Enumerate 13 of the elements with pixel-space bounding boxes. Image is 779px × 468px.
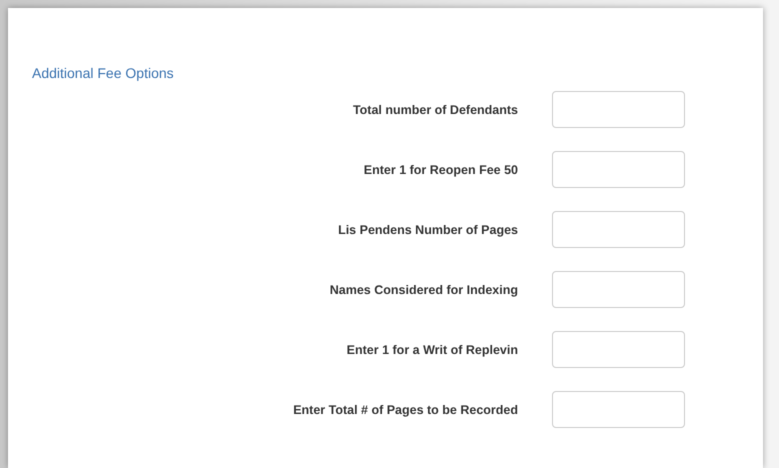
field-label: Enter Total # of Pages to be Recorded — [292, 402, 518, 416]
field-label: Enter 1 for Reopen Fee 50 — [362, 162, 518, 176]
input-field[interactable] — [552, 391, 685, 428]
input-field[interactable] — [552, 91, 685, 128]
input-field[interactable] — [552, 151, 685, 188]
field-label: Lis Pendens Number of Pages — [337, 222, 518, 236]
field-label: Enter 1 for a Writ of Replevin — [346, 342, 518, 356]
input-field[interactable] — [552, 211, 685, 248]
field-label: Total number of Defendants — [352, 102, 518, 116]
section-title: Additional Fee Options — [32, 65, 174, 81]
field-label: Names Considered for Indexing — [328, 282, 518, 296]
input-field[interactable] — [552, 331, 685, 368]
input-field[interactable] — [552, 271, 685, 308]
